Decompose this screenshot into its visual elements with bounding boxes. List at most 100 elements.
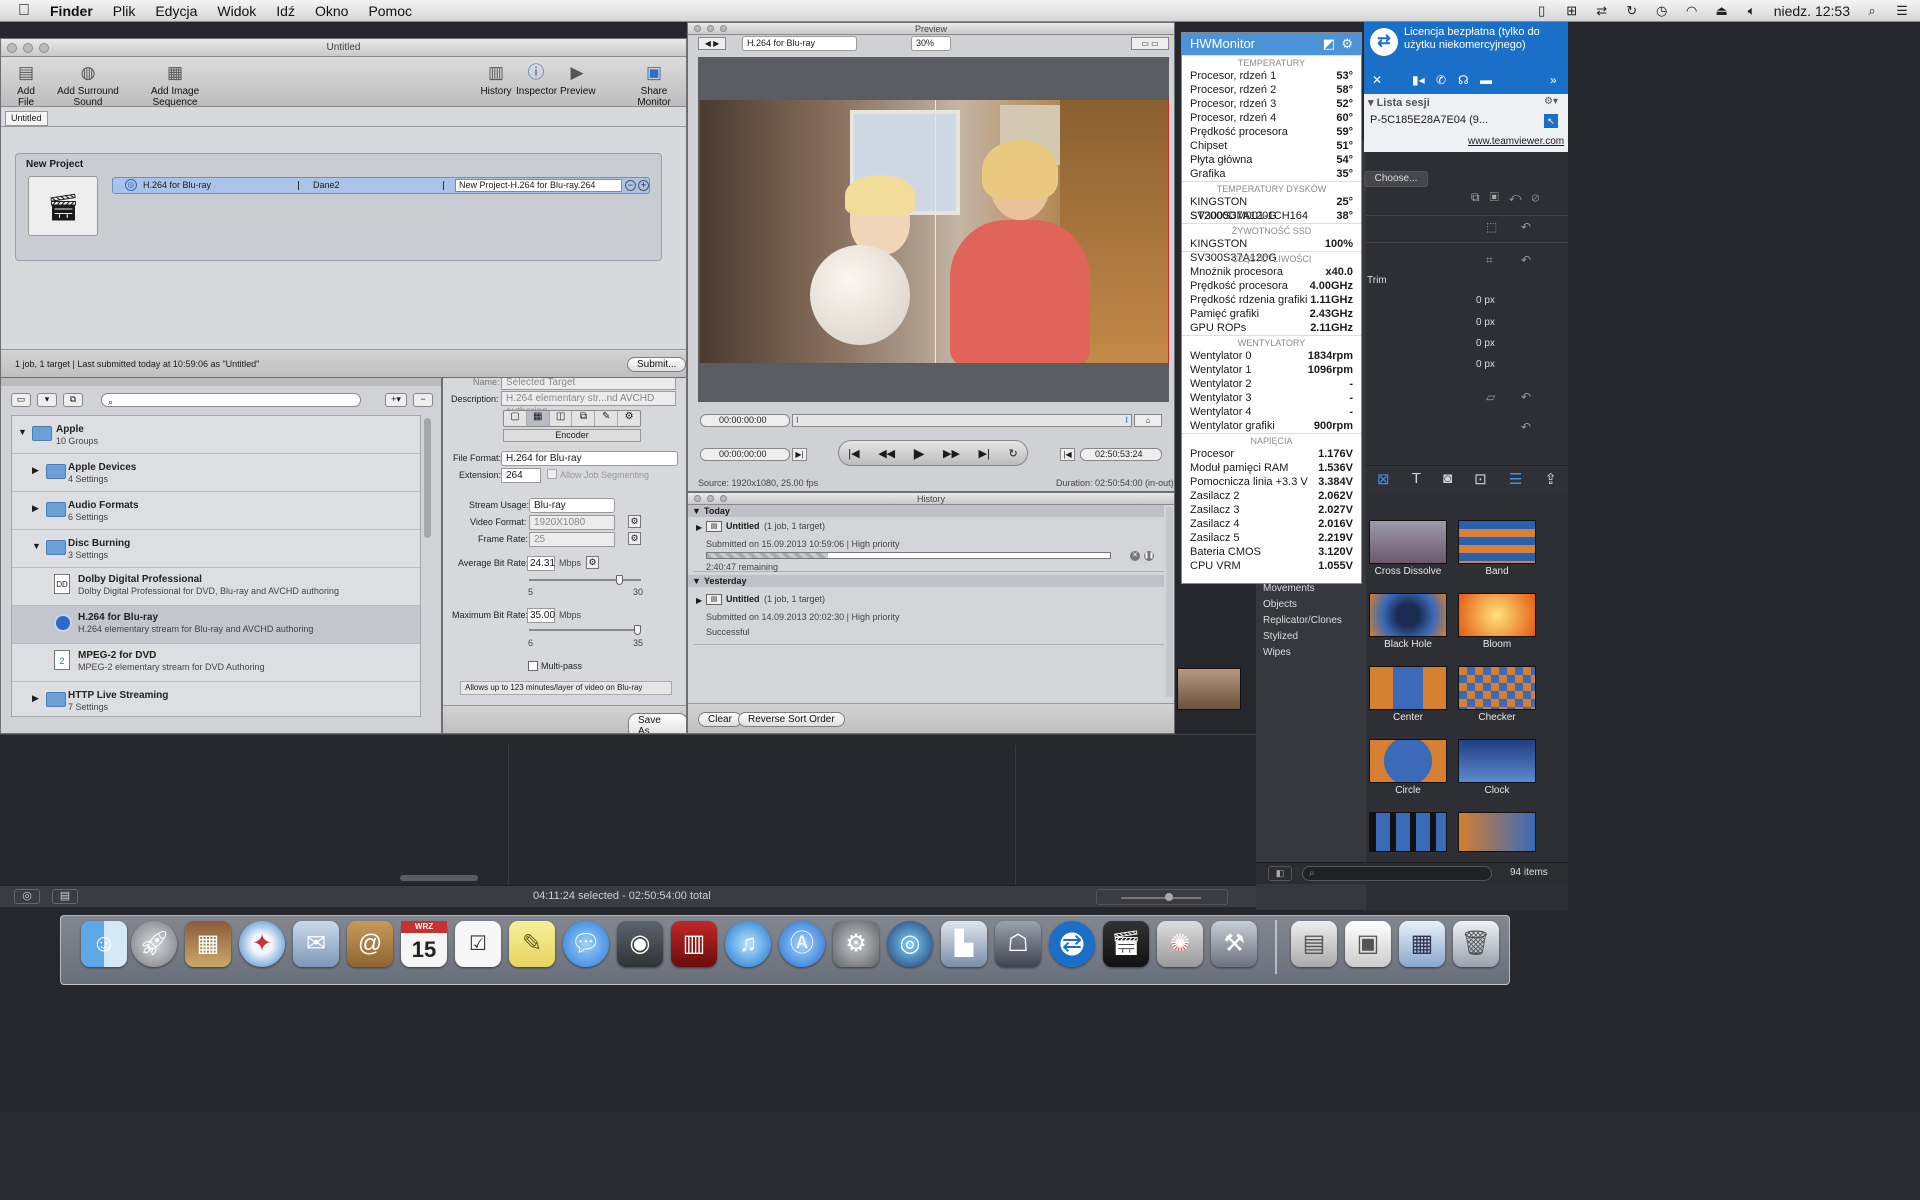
event-thumbnail[interactable] [1177, 668, 1241, 710]
crop-tool-icon[interactable]: ⌗ [1486, 253, 1493, 268]
split-view-icon[interactable]: ▭ ▭ [1131, 37, 1169, 50]
remove-setting-button[interactable]: − [413, 393, 433, 407]
crop-left-value[interactable]: 0 px [1476, 295, 1495, 306]
list-item-http-live[interactable]: ▶ HTTP Live Streaming 7 Settings [12, 682, 420, 716]
name-field[interactable]: Selected Target [501, 378, 676, 390]
preview-icon[interactable]: ☖ [995, 921, 1041, 967]
max-bitrate-slider[interactable] [529, 625, 641, 637]
generators-icon[interactable]: ◙ [1443, 470, 1452, 487]
documents-icon[interactable]: ▤ [1291, 921, 1337, 967]
cursor-icon[interactable]: ↖ [1544, 114, 1558, 128]
playhead-timecode[interactable]: 00:00:00:00 [700, 448, 790, 461]
safari-icon[interactable]: ✦ [239, 921, 285, 967]
new-droplet-icon[interactable]: ▾ [37, 393, 57, 407]
avg-bitrate-gear-icon[interactable]: ⚙ [586, 556, 599, 569]
category-objects[interactable]: Objects [1263, 599, 1297, 610]
headset-icon[interactable]: ☊ [1458, 73, 1469, 87]
avg-bitrate-knob[interactable] [616, 575, 624, 585]
timeline-area[interactable] [0, 734, 1256, 885]
appstore-icon[interactable]: Ⓐ [779, 921, 825, 967]
video-format-gear-icon[interactable]: ⚙ [628, 515, 641, 528]
teamviewer-link[interactable]: www.teamviewer.com [1468, 136, 1564, 147]
yesterday-section[interactable]: ▼ Yesterday [688, 575, 1164, 587]
preview-button[interactable]: ▶ Preview [560, 63, 596, 97]
network-menu-icon[interactable]: ⊞ [1564, 4, 1580, 18]
actions-tab-icon[interactable]: ⚙ [618, 411, 640, 426]
chat-icon[interactable]: ▬ [1480, 73, 1492, 87]
browser-search-input[interactable]: ⌕ [1302, 866, 1492, 881]
transition-thumb-cross-dissolve[interactable] [1369, 520, 1447, 564]
transition-thumb-more[interactable] [1369, 812, 1447, 852]
expand-icon[interactable]: » [1550, 73, 1557, 87]
history-item-yesterday[interactable]: ▶ ▤ Untitled (1 job, 1 target) Submitted… [694, 593, 1164, 645]
go-to-start-icon[interactable]: |◀ [848, 447, 859, 460]
downloads-icon[interactable]: ▣ [1345, 921, 1391, 967]
distort-icon[interactable]: ▱ [1486, 390, 1495, 404]
notification-center-icon[interactable]: ☰ [1894, 4, 1910, 18]
activity-icon[interactable]: ▙ [941, 921, 987, 967]
settings-gear-icon[interactable]: ⚙▾ [1544, 96, 1558, 107]
list-item-h264-bluray[interactable]: H.264 for Blu-ray H.264 elementary strea… [12, 606, 420, 644]
frame-rate-select[interactable]: 25 [529, 532, 615, 547]
cancel-job-icon[interactable]: ✕ [1130, 551, 1140, 561]
crop-bottom-value[interactable]: 0 px [1476, 359, 1495, 370]
menu-app-name[interactable]: Finder [40, 3, 103, 19]
teamviewer-icon[interactable]: ⇄ [1049, 921, 1095, 967]
crop-icon[interactable]: ⬚ [1486, 220, 1497, 234]
transition-thumb-black-hole[interactable] [1369, 593, 1447, 637]
choose-button[interactable]: Choose... [1364, 171, 1428, 187]
compressor-icon[interactable]: ⚒ [1211, 921, 1257, 967]
transition-thumb-band[interactable] [1458, 520, 1536, 564]
transition-thumb-clock[interactable] [1458, 739, 1536, 783]
out-point-marker[interactable]: Ⅰ [1125, 415, 1128, 426]
list-item-apple[interactable]: ▼ Apple 10 Groups [12, 416, 420, 454]
minimize-button[interactable] [23, 43, 33, 53]
today-section[interactable]: ▼ Today [688, 505, 1164, 517]
themes-icon[interactable]: ⊡ [1474, 470, 1487, 488]
max-bitrate-knob[interactable] [634, 625, 641, 635]
disclosure-closed-icon[interactable]: ▶ [696, 596, 702, 605]
video-icon[interactable]: ▮◂ [1412, 73, 1425, 87]
sidebar-toggle-icon[interactable]: ◧ [1268, 866, 1292, 881]
settings-scrollbar[interactable] [424, 418, 431, 538]
summary-tab-icon[interactable]: ▢ [504, 411, 527, 426]
list-item-audio-formats[interactable]: ▶ Audio Formats 6 Settings [12, 492, 420, 530]
add-target-icon[interactable]: + [638, 180, 649, 191]
menu-plik[interactable]: Plik [103, 3, 146, 19]
transition-thumb-checker[interactable] [1458, 666, 1536, 710]
filters-tab-icon[interactable]: ⧉ [572, 411, 596, 426]
close-icon[interactable]: ✕ [1372, 73, 1382, 87]
photo-icon[interactable]: ▦ [185, 921, 231, 967]
job-setting[interactable]: H.264 for Blu-ray [143, 178, 211, 193]
menu-idz[interactable]: Idź [266, 3, 305, 19]
zoom-knob[interactable] [1165, 893, 1173, 901]
category-replicator[interactable]: Replicator/Clones [1263, 615, 1342, 626]
transition-thumb-more[interactable] [1458, 812, 1536, 852]
audio-meter-icon[interactable]: ◎ [14, 889, 40, 904]
file-format-select[interactable]: H.264 for Blu-ray [501, 451, 678, 466]
stack-icon[interactable]: ▦ [1399, 921, 1445, 967]
tab-untitled[interactable]: Untitled [5, 111, 48, 126]
list-item-apple-devices[interactable]: ▶ Apple Devices 4 Settings [12, 454, 420, 492]
notes-icon[interactable]: ✎ [509, 921, 555, 967]
disclosure-closed-icon[interactable]: ▶ [696, 523, 702, 532]
index-icon[interactable]: ▤ [52, 889, 78, 904]
timeline-scrollbar[interactable] [400, 875, 478, 881]
preview-zoom-select[interactable]: 30% [911, 36, 951, 51]
disclosure-open-icon[interactable]: ▼ [32, 541, 41, 551]
menu-widok[interactable]: Widok [207, 3, 266, 19]
stream-usage-select[interactable]: Blu-ray [529, 498, 615, 513]
add-file-button[interactable]: ▤ Add File [9, 63, 43, 108]
play-icon[interactable]: ▶ [914, 445, 925, 462]
marker-icon[interactable]: ⌂ [1134, 414, 1162, 427]
disclosure-open-icon[interactable]: ▼ [692, 505, 701, 517]
reminders-icon[interactable]: ☑ [455, 921, 501, 967]
trash-icon[interactable]: 🗑︎ [1453, 921, 1499, 967]
spotlight-icon[interactable]: ⌕ [1864, 4, 1880, 18]
avg-bitrate-slider[interactable] [529, 575, 641, 587]
reset-icon[interactable]: ↶ [1521, 390, 1531, 404]
zoom-slider[interactable] [1096, 889, 1228, 905]
wifi-icon[interactable]: ◠ [1684, 4, 1700, 18]
facetime-icon[interactable]: ◉ [617, 921, 663, 967]
go-to-in-icon[interactable]: ▶| [792, 448, 807, 461]
